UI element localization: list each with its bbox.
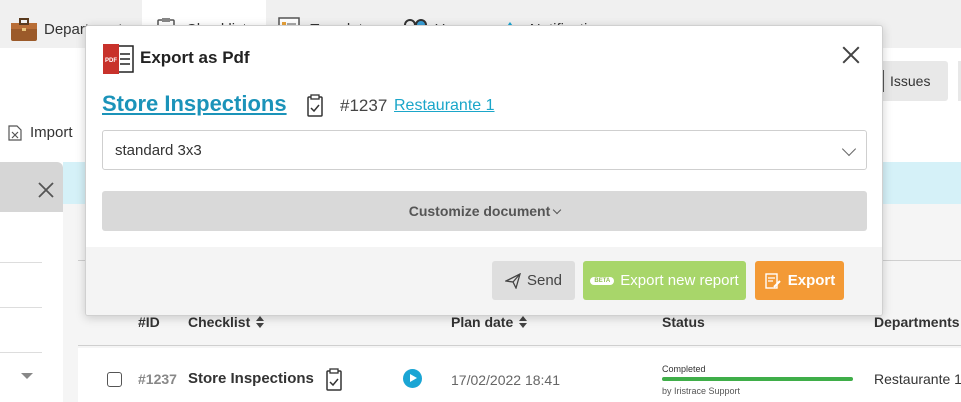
row-department: Restaurante 1	[874, 371, 961, 387]
status-progress-fill	[662, 377, 853, 381]
close-icon[interactable]	[842, 46, 860, 64]
document-icon	[307, 94, 323, 117]
briefcase-icon	[11, 18, 37, 41]
chevron-down-icon[interactable]	[21, 373, 33, 379]
send-button[interactable]: Send	[492, 261, 575, 300]
column-header-checklist-label: Checklist	[188, 314, 251, 330]
checklist-link[interactable]: Store Inspections	[102, 91, 287, 117]
sort-icon	[256, 316, 265, 328]
sidebar-divider	[0, 262, 42, 263]
chevron-down-icon	[841, 141, 857, 157]
column-header-departments: Departments	[874, 314, 960, 330]
row-checklist-name[interactable]: Store Inspections	[188, 370, 314, 387]
department-link[interactable]: Restaurante 1	[394, 97, 495, 115]
send-label: Send	[526, 272, 563, 289]
document-icon	[326, 368, 342, 391]
close-icon[interactable]	[37, 181, 55, 199]
export-new-report-button[interactable]: BETA Export new report	[583, 261, 746, 300]
customize-document-button[interactable]: Customize document	[102, 191, 867, 231]
column-header-status: Status	[662, 314, 705, 330]
import-button[interactable]: Import	[8, 124, 73, 141]
checklist-id: #1237	[340, 96, 388, 115]
modal-title: Export as Pdf	[140, 48, 250, 67]
column-header-checklist[interactable]: Checklist	[188, 314, 265, 330]
row-completed-by: by Iristrace Support	[662, 386, 741, 396]
export-button[interactable]: Export	[755, 261, 844, 300]
column-header-id: #ID	[138, 314, 160, 330]
issues-label: Issues	[890, 73, 931, 89]
row-plan-date: 17/02/2022 18:41	[451, 372, 560, 388]
column-header-id-label: #ID	[138, 314, 160, 330]
export-pdf-modal: PDF Export as Pdf Store Inspections #123…	[85, 25, 883, 316]
sidebar-divider	[0, 352, 42, 353]
export-document-icon	[765, 272, 781, 289]
import-icon	[8, 124, 22, 141]
export-new-report-label: Export new report	[620, 272, 739, 289]
chevron-down-icon	[553, 205, 562, 215]
pdf-icon: PDF	[103, 44, 134, 74]
column-header-status-label: Status	[662, 314, 705, 330]
column-header-plan-date-label: Plan date	[451, 314, 514, 330]
row-checkbox[interactable]	[107, 372, 122, 387]
sort-icon	[519, 316, 528, 328]
template-select-value: standard 3x3	[115, 142, 202, 159]
template-select[interactable]: standard 3x3	[102, 130, 867, 170]
svg-text:PDF: PDF	[105, 58, 117, 64]
row-id[interactable]: #1237	[138, 371, 177, 387]
beta-badge: BETA	[590, 276, 615, 285]
row-status-text: Completed	[662, 364, 706, 374]
sidebar-divider	[0, 307, 42, 308]
column-header-departments-label: Departments	[874, 314, 960, 330]
export-label: Export	[787, 272, 836, 289]
column-header-plan-date[interactable]: Plan date	[451, 314, 528, 330]
status-progress-bar	[662, 377, 853, 381]
paper-plane-icon	[504, 272, 521, 289]
issues-button[interactable]: Issues	[872, 61, 948, 101]
import-label: Import	[30, 124, 73, 141]
divider	[78, 345, 961, 346]
customize-document-label: Customize document	[408, 203, 551, 219]
play-icon[interactable]	[403, 369, 422, 388]
